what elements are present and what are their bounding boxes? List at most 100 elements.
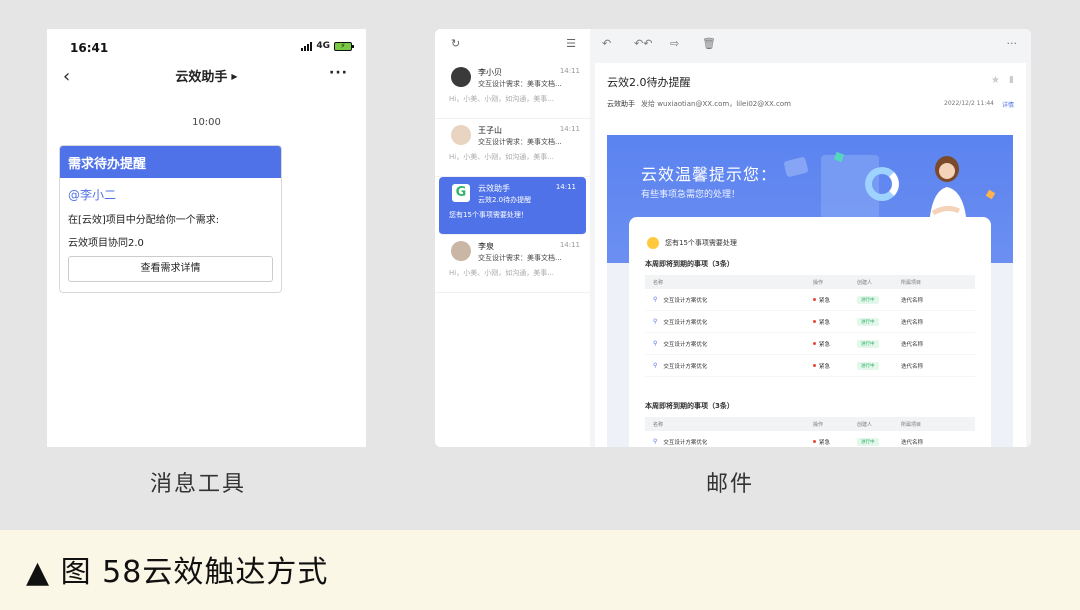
mail-item[interactable]: 李泉 14:11 交互设计需求：美事文档... Hi，小美、小刚，如沟通，美事.… (435, 235, 590, 293)
from-name[interactable]: 云效助手 (607, 100, 635, 108)
mail-time: 14:11 (559, 125, 580, 133)
mail-from-line: 云效助手 发给 wuxiaotian@XX.com，lilei02@XX.com (607, 99, 791, 109)
decorative-ring-icon (865, 167, 899, 201)
figure-caption-bar: ▲ 图 58云效触达方式 (0, 530, 1080, 610)
priority: 紧急 (819, 439, 831, 446)
task-name[interactable]: 交互设计方案优化 (663, 318, 707, 326)
mail-item-selected[interactable]: G 云效助手 14:11 云效2.0待办提醒 您有15个事项需要处理！ (439, 177, 586, 235)
refresh-icon[interactable]: ↻ (451, 37, 460, 50)
star-icon[interactable]: ★ (991, 75, 1000, 86)
reply-all-icon[interactable]: ↶↶ (634, 37, 652, 50)
location-pin-icon: ⚲ (653, 438, 658, 445)
card-mention[interactable]: @李小二 (68, 186, 273, 203)
chat-title-arrow-icon: ▶ (231, 72, 238, 81)
urgent-dot-icon (813, 297, 816, 301)
table-row[interactable]: ⚲ 交互设计方案优化 紧急 进行中 迭代名称 (645, 431, 975, 447)
mail-preview: Hi，小美、小刚，如沟通，美事... (449, 269, 554, 277)
mail-content: 云效2.0待办提醒 ★ ▮ 云效助手 发给 wuxiaotian@XX.com，l… (595, 63, 1026, 447)
mail-banner: 云效温馨提示您： 有些事项急需您的处理！ 您有15个事项需要处理 本周即将到期的… (607, 135, 1013, 447)
mail-subject: 交互设计需求：美事文档... (478, 80, 562, 88)
chat-title[interactable]: 云效助手 ▶ (47, 66, 366, 85)
task-table: 名称 操作 创建人 所属项目 ⚲ 交互设计方案优化 紧急 进行中 迭代名称 (645, 417, 975, 447)
section-title: 本周即将到期的事项（3条） (645, 260, 734, 268)
column-header: 创建人 (857, 279, 873, 286)
mail-time: 14:11 (559, 241, 580, 249)
location-pin-icon: ⚲ (653, 296, 658, 303)
status-badge: 进行中 (857, 317, 879, 326)
to-line: 发给 wuxiaotian@XX.com，lilei02@XX.com (641, 100, 791, 108)
view-details-button[interactable]: 查看需求详情 (68, 256, 273, 282)
bookmark-icon[interactable]: ▮ (1009, 75, 1014, 85)
chat-timestamp: 10:00 (192, 117, 221, 128)
more-icon[interactable]: ··· (329, 65, 348, 81)
column-header: 创建人 (857, 421, 873, 428)
mail-subject-title: 云效2.0待办提醒 (607, 76, 691, 89)
more-icon[interactable]: ··· (1007, 37, 1018, 50)
priority: 紧急 (819, 363, 831, 370)
delete-icon[interactable]: 🗑 (702, 37, 716, 50)
urgent-dot-icon (813, 341, 816, 345)
mail-window: ↻ ☰ 李小贝 14:11 交互设计需求：美事文档... Hi，小美、小刚，如沟… (435, 29, 1031, 447)
reminder-card: 需求待办提醒 @李小二 在[云效]项目中分配给你一个需求: 云效项目协同2.0 … (59, 145, 282, 293)
phone-screen: 16:41 4G ⚡ ‹ 云效助手 ▶ ··· 10:00 需求待办提醒 @李小二… (47, 29, 366, 447)
project-name: 迭代名称 (901, 439, 924, 446)
priority: 紧急 (819, 341, 831, 348)
mail-detail: ↶ ↶↶ ⇨ 🗑 ··· 云效2.0待办提醒 ★ ▮ 云效助手 发给 wuxiao… (590, 29, 1031, 447)
urgent-dot-icon (813, 319, 816, 323)
figure-caption: ▲ 图 58云效触达方式 (26, 555, 329, 590)
status-bar: 16:41 4G ⚡ (47, 29, 366, 65)
project-name: 迭代名称 (901, 341, 924, 348)
mail-time: 14:11 (559, 67, 580, 75)
mail-item[interactable]: 李小贝 14:11 交互设计需求：美事文档... Hi，小美、小刚，如沟通，美事… (435, 61, 590, 119)
status-indicators: 4G ⚡ (301, 41, 354, 51)
banner-title: 云效温馨提示您： (641, 165, 778, 184)
decorative-bubble-icon (783, 156, 809, 178)
task-count: 您有15个事项需要处理 (665, 239, 737, 247)
priority: 紧急 (819, 319, 831, 326)
battery-icon: ⚡ (334, 41, 354, 51)
column-header: 操作 (813, 421, 824, 428)
status-badge: 进行中 (857, 339, 879, 348)
task-name[interactable]: 交互设计方案优化 (663, 296, 707, 304)
mail-subject: 云效2.0待办提醒 (478, 196, 532, 204)
detail-toolbar: ↶ ↶↶ ⇨ 🗑 ··· (590, 29, 1031, 61)
urgent-dot-icon (813, 363, 816, 367)
location-pin-icon: ⚲ (653, 318, 658, 325)
task-name[interactable]: 交互设计方案优化 (663, 438, 707, 446)
illustration-person-icon (929, 156, 967, 227)
column-header: 所属项目 (901, 279, 922, 286)
status-badge: 进行中 (857, 361, 879, 370)
yunxiao-app-icon: G (451, 183, 471, 203)
column-header: 名称 (653, 421, 664, 428)
mail-preview: Hi，小美、小刚，如沟通，美事... (449, 95, 554, 103)
column-header: 操作 (813, 279, 824, 286)
decorative-cube-icon (985, 189, 996, 200)
table-row[interactable]: ⚲ 交互设计方案优化 紧急 进行中 迭代名称 (645, 289, 975, 311)
bulb-icon (647, 237, 659, 249)
avatar (451, 67, 471, 87)
table-header: 名称 操作 创建人 所属项目 (645, 275, 975, 289)
status-time: 16:41 (70, 41, 109, 55)
mail-time: 14:11 (555, 183, 576, 191)
mail-sender: 李泉 (478, 242, 494, 251)
caption-mail: 邮件 (706, 472, 755, 497)
mail-sender: 云效助手 (478, 184, 510, 193)
mail-sender: 王子山 (478, 126, 502, 135)
location-pin-icon: ⚲ (653, 340, 658, 347)
mail-item[interactable]: 王子山 14:11 交互设计需求：美事文档... Hi，小美、小刚，如沟通，美事… (435, 119, 590, 177)
table-row[interactable]: ⚲ 交互设计方案优化 紧急 进行中 迭代名称 (645, 311, 975, 333)
card-line-2: 云效项目协同2.0 (68, 238, 144, 249)
mail-preview: 您有15个事项需要处理！ (449, 211, 528, 219)
forward-icon[interactable]: ⇨ (670, 37, 679, 50)
table-row[interactable]: ⚲ 交互设计方案优化 紧急 进行中 迭代名称 (645, 355, 975, 377)
avatar (451, 241, 471, 261)
details-link[interactable]: 详情 (1002, 100, 1014, 109)
table-row[interactable]: ⚲ 交互设计方案优化 紧急 进行中 迭代名称 (645, 333, 975, 355)
mail-date: 2022/12/2 11:44 (944, 100, 994, 107)
task-name[interactable]: 交互设计方案优化 (663, 340, 707, 348)
reply-icon[interactable]: ↶ (602, 37, 611, 50)
list-toolbar: ↻ ☰ (435, 29, 590, 61)
task-summary-card: 您有15个事项需要处理 本周即将到期的事项（3条） 名称 操作 创建人 所属项目… (629, 217, 991, 447)
task-name[interactable]: 交互设计方案优化 (663, 362, 707, 370)
sort-icon[interactable]: ☰ (566, 37, 576, 50)
